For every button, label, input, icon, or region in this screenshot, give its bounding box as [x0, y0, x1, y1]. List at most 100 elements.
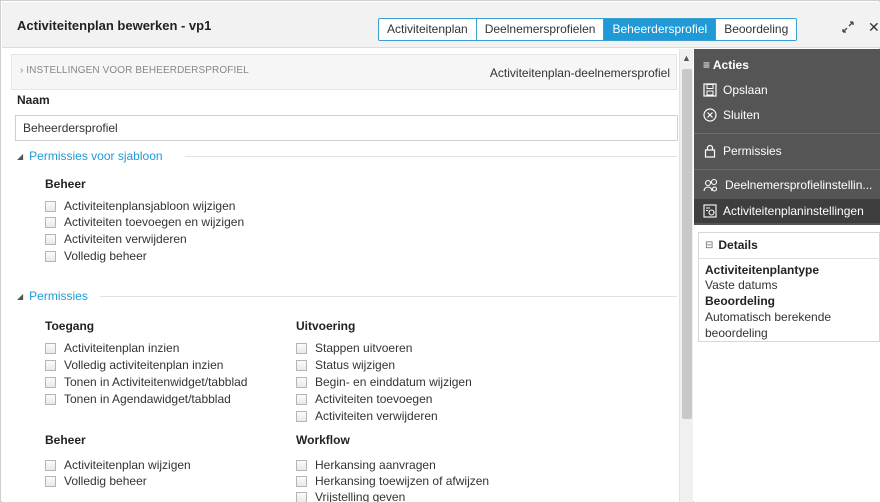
tab-deelnemersprofielen[interactable]: Deelnemersprofielen: [477, 19, 605, 40]
group-title-toegang: Toegang: [45, 319, 95, 333]
window-title: Activiteitenplan bewerken - vp1: [17, 18, 212, 33]
section-permissies[interactable]: ◢ Permissies: [17, 289, 88, 303]
opslaan-button[interactable]: Opslaan: [703, 80, 768, 100]
checkbox-label: Tonen in Activiteitenwidget/tabblad: [64, 375, 248, 389]
section-title: Permissies: [29, 289, 88, 303]
checkbox-label: Activiteiten verwijderen: [315, 409, 438, 423]
settings-document-icon: [703, 204, 717, 218]
permissies-button[interactable]: Permissies: [703, 141, 782, 161]
main-panel: › INSTELLINGEN VOOR BEHEERDERSPROFIEL Ac…: [2, 49, 679, 502]
vertical-scrollbar[interactable]: ▲: [679, 49, 693, 502]
settings-collapsible[interactable]: › INSTELLINGEN VOOR BEHEERDERSPROFIEL Ac…: [11, 54, 677, 90]
collapse-triangle-icon: ◢: [17, 291, 24, 301]
checkbox-row[interactable]: Volledig beheer: [45, 474, 147, 488]
save-icon: [703, 83, 717, 97]
checkbox-row[interactable]: Herkansing aanvragen: [296, 458, 436, 472]
group-title-beheer: Beheer: [45, 433, 86, 447]
checkbox-row[interactable]: Volledig activiteitenplan inzien: [45, 358, 223, 372]
activiteitenplantype-value: Vaste datums: [705, 278, 778, 292]
checkbox-label: Begin- en einddatum wijzigen: [315, 375, 472, 389]
lock-icon: [704, 144, 716, 158]
checkbox-label: Volledig beheer: [64, 474, 147, 488]
checkbox[interactable]: [45, 359, 56, 371]
checkbox-label: Status wijzigen: [315, 358, 396, 372]
group-title-workflow: Workflow: [296, 433, 350, 447]
checkbox-row[interactable]: Tonen in Activiteitenwidget/tabblad: [45, 375, 247, 389]
checkbox[interactable]: [296, 393, 307, 405]
sidebar-divider: [694, 133, 880, 134]
checkbox[interactable]: [45, 250, 56, 262]
checkbox[interactable]: [45, 216, 56, 228]
checkbox-row[interactable]: Activiteiten toevoegen: [296, 392, 432, 406]
checkbox-row[interactable]: Herkansing toewijzen of afwijzen: [296, 474, 489, 488]
naam-input[interactable]: [15, 115, 678, 141]
permissies-label: Permissies: [723, 144, 782, 158]
checkbox[interactable]: [296, 359, 307, 371]
checkbox[interactable]: [45, 475, 56, 487]
checkbox-label: Activiteitenplan wijzigen: [64, 458, 191, 472]
naam-label: Naam: [17, 93, 50, 107]
tab-beoordeling[interactable]: Beoordeling: [716, 19, 796, 40]
sidebar-divider: [694, 169, 880, 170]
activiteitenplaninstellingen-label: Activiteitenplaninstellingen: [723, 204, 864, 218]
group-title-uitvoering: Uitvoering: [296, 319, 356, 333]
checkbox[interactable]: [296, 342, 307, 354]
group-title-beheer-sjabloon: Beheer: [45, 177, 86, 191]
checkbox-row[interactable]: Activiteiten verwijderen: [296, 409, 438, 423]
acties-header: ≡ Acties: [703, 58, 749, 72]
close-circle-icon: [703, 108, 717, 122]
section-permissies-sjabloon[interactable]: ◢ Permissies voor sjabloon: [17, 149, 163, 163]
activiteitenplaninstellingen-button[interactable]: Activiteitenplaninstellingen: [694, 199, 880, 223]
section-divider: [100, 296, 677, 297]
checkbox-row[interactable]: Activiteiten verwijderen: [45, 232, 187, 246]
checkbox-label: Tonen in Agendawidget/tabblad: [64, 392, 231, 406]
checkbox[interactable]: [45, 200, 56, 212]
checkbox-label: Activiteiten toevoegen en wijzigen: [64, 215, 245, 229]
acties-title: Acties: [712, 58, 749, 72]
activiteitenplantype-label: Activiteitenplantype: [705, 263, 820, 277]
acties-panel: ≡ Acties Opslaan Sluiten Permissies Deel…: [694, 49, 880, 225]
checkbox[interactable]: [296, 410, 307, 422]
checkbox-row[interactable]: Vrijstelling geven: [296, 490, 405, 502]
checkbox-label: Stappen uitvoeren: [315, 341, 413, 355]
scroll-up-icon[interactable]: ▲: [682, 53, 691, 63]
checkbox-row[interactable]: Volledig beheer: [45, 249, 147, 263]
details-panel: ⊟ Details Activiteitenplantype Vaste dat…: [698, 232, 880, 342]
settings-profile-name: Activiteitenplan-deelnemersprofiel: [489, 66, 670, 80]
sluiten-button[interactable]: Sluiten: [703, 105, 760, 125]
checkbox-row[interactable]: Activiteitenplansjabloon wijzigen: [45, 199, 235, 213]
section-title: Permissies voor sjabloon: [29, 149, 163, 163]
checkbox-row[interactable]: Begin- en einddatum wijzigen: [296, 375, 472, 389]
checkbox[interactable]: [45, 342, 56, 354]
checkbox-row[interactable]: Stappen uitvoeren: [296, 341, 412, 355]
close-icon[interactable]: ✕: [868, 19, 880, 36]
checkbox[interactable]: [296, 491, 307, 502]
checkbox[interactable]: [296, 376, 307, 388]
tab-activiteitenplan[interactable]: Activiteitenplan: [379, 19, 477, 40]
checkbox-row[interactable]: Activiteitenplan wijzigen: [45, 458, 191, 472]
details-header[interactable]: ⊟ Details: [705, 238, 758, 252]
users-gear-icon: [703, 178, 718, 192]
expand-icon[interactable]: [842, 21, 854, 33]
checkbox[interactable]: [45, 393, 56, 405]
checkbox[interactable]: [296, 459, 307, 471]
sidebar: ≡ Acties Opslaan Sluiten Permissies Deel…: [694, 49, 880, 502]
checkbox[interactable]: [45, 233, 56, 245]
checkbox-row[interactable]: Activiteitenplan inzien: [45, 341, 179, 355]
beoordeling-label: Beoordeling: [705, 294, 776, 308]
menu-icon: ≡: [703, 58, 713, 72]
checkbox-label: Volledig activiteitenplan inzien: [64, 358, 224, 372]
deelnemersprofielinstellingen-button[interactable]: Deelnemersprofielinstellin...: [703, 175, 872, 195]
checkbox[interactable]: [45, 376, 56, 388]
tab-beheerdersprofiel[interactable]: Beheerdersprofiel: [604, 19, 717, 40]
deelnemersprofielinstellingen-label: Deelnemersprofielinstellin...: [725, 178, 873, 192]
collapse-minus-icon[interactable]: ⊟: [705, 240, 713, 251]
checkbox-row[interactable]: Status wijzigen: [296, 358, 395, 372]
checkbox-label: Herkansing toewijzen of afwijzen: [315, 474, 490, 488]
scroll-thumb[interactable]: [682, 69, 692, 419]
checkbox[interactable]: [296, 475, 307, 487]
checkbox[interactable]: [45, 459, 56, 471]
checkbox-row[interactable]: Activiteiten toevoegen en wijzigen: [45, 215, 244, 229]
checkbox-row[interactable]: Tonen in Agendawidget/tabblad: [45, 392, 231, 406]
tab-bar: Activiteitenplan Deelnemersprofielen Beh…: [378, 18, 798, 41]
